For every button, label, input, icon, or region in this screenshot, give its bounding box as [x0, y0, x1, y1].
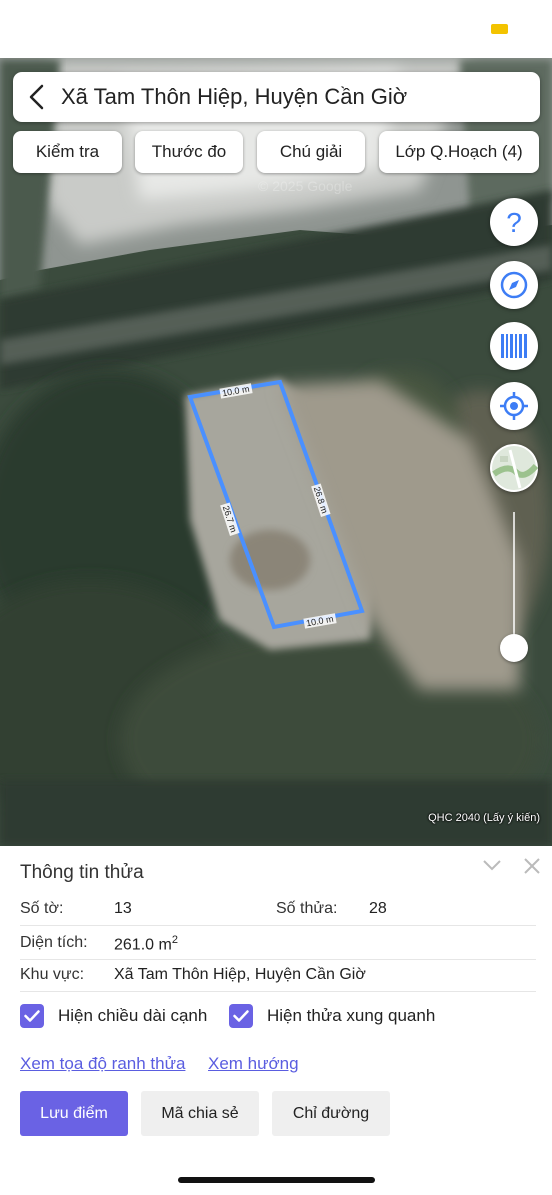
view-boundary-coords-link[interactable]: Xem tọa độ ranh thửa: [20, 1054, 185, 1074]
parcel-sheet-row: Số tờ: 13 Số thửa: 28: [20, 894, 536, 926]
so-thua-value: 28: [369, 900, 387, 917]
so-to-label: Số tờ:: [20, 900, 64, 917]
map-layer-button[interactable]: [490, 444, 538, 492]
planning-layers-button[interactable]: Lớp Q.Hoạch (4): [379, 131, 539, 173]
location-title: Xã Tam Thôn Hiệp, Huyện Cần Giờ: [61, 84, 408, 109]
show-edge-length-label: Hiện chiều dài cạnh: [58, 1006, 208, 1025]
parcel-region-row: Khu vực: Xã Tam Thôn Hiệp, Huyện Cần Giờ: [20, 960, 536, 992]
directions-button[interactable]: Chỉ đường: [272, 1091, 390, 1136]
checkbox-checked[interactable]: [229, 1004, 253, 1028]
legend-button[interactable]: Chú giải: [257, 131, 365, 173]
parcel-info-panel: Thông tin thửa Số tờ: 13 Số thửa: 28 Diệ…: [0, 846, 552, 1195]
map-attribution[interactable]: QHC 2040 (Lấy ý kiến): [428, 812, 540, 824]
chevron-down-icon[interactable]: [482, 858, 502, 872]
satellite-map[interactable]: © 2025 Google 10.0 m 26.7 m 26.8 m 10.0 …: [0, 58, 552, 846]
close-icon[interactable]: [522, 856, 542, 876]
panel-title: Thông tin thửa: [20, 862, 144, 883]
back-button[interactable]: [13, 72, 61, 122]
battery-icon: [491, 24, 508, 34]
khu-vuc-value: Xã Tam Thôn Hiệp, Huyện Cần Giờ: [114, 966, 366, 983]
show-neighbors-label: Hiện thửa xung quanh: [267, 1006, 436, 1025]
help-icon: ?: [506, 207, 522, 237]
compass-icon: [500, 271, 528, 299]
zoom-slider-knob[interactable]: [500, 634, 528, 662]
show-edge-length-checkbox[interactable]: Hiện chiều dài cạnh: [20, 1004, 207, 1028]
map-watermark: © 2025 Google: [258, 178, 353, 194]
compass-button[interactable]: [490, 261, 538, 309]
map-layer-icon: [492, 446, 538, 490]
checkbox-checked[interactable]: [20, 1004, 44, 1028]
barcode-button[interactable]: [490, 322, 538, 370]
khu-vuc-label: Khu vực:: [20, 966, 85, 983]
checkmark-icon: [24, 1010, 40, 1022]
view-direction-link[interactable]: Xem hướng: [208, 1054, 299, 1074]
show-neighbors-checkbox[interactable]: Hiện thửa xung quanh: [229, 1004, 435, 1028]
so-thua-label: Số thửa:: [276, 900, 338, 917]
so-to-value: 13: [114, 900, 132, 917]
dien-tich-label: Diện tích:: [20, 934, 88, 951]
locate-icon: [500, 392, 528, 420]
share-code-button[interactable]: Mã chia sẻ: [141, 1091, 259, 1136]
chevron-left-icon: [29, 84, 44, 110]
ruler-button[interactable]: Thước đo: [135, 131, 243, 173]
dien-tich-value: 261.0 m2: [114, 934, 178, 954]
barcode-icon: [501, 334, 527, 358]
location-header: Xã Tam Thôn Hiệp, Huyện Cần Giờ: [13, 72, 540, 122]
help-button[interactable]: ?: [490, 198, 538, 246]
map-imagery: [0, 58, 552, 846]
parcel-area-row: Diện tích: 261.0 m2: [20, 928, 536, 960]
save-point-button[interactable]: Lưu điểm: [20, 1091, 128, 1136]
svg-text:?: ?: [506, 207, 522, 237]
home-indicator[interactable]: [178, 1177, 375, 1183]
check-button[interactable]: Kiểm tra: [13, 131, 122, 173]
checkmark-icon: [233, 1010, 249, 1022]
locate-button[interactable]: [490, 382, 538, 430]
status-bar: [0, 0, 552, 58]
zoom-slider-track[interactable]: [513, 512, 515, 648]
